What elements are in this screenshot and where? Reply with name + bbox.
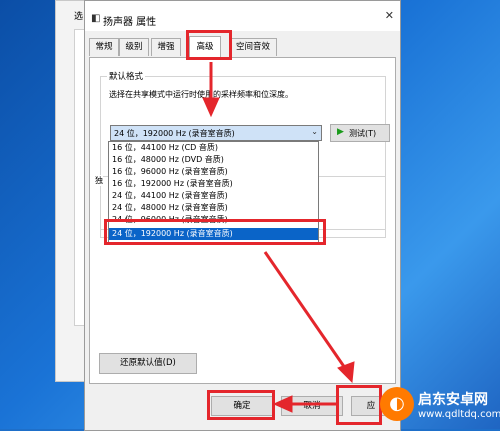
cancel-button[interactable]: 取消 [281,396,343,416]
watermark-title: 启东安卓网 [418,392,488,408]
highlight-advanced-tab [186,30,232,60]
site-watermark: ◐ 启东安卓网 www.qdltdq.com [380,385,500,429]
sample-rate-option[interactable]: 16 位，192000 Hz (录音室音质) [109,178,318,190]
tab-enhancements[interactable]: 增强 [151,38,181,56]
highlight-ok-button [207,390,275,420]
background-window-title: 选 [74,12,84,22]
sample-rate-option[interactable]: 24 位，48000 Hz (录音室音质) [109,202,318,214]
sample-rate-option[interactable]: 16 位，96000 Hz (录音室音质) [109,166,318,178]
tab-levels[interactable]: 级别 [119,38,149,56]
sample-rate-option[interactable]: 16 位，44100 Hz (CD 音质) [109,142,318,154]
highlight-apply-button [336,385,382,425]
sample-rate-select[interactable]: 24 位，192000 Hz (录音室音质) ⌄ [110,125,322,141]
exclusive-mode-label: 独 [95,175,103,186]
sample-rate-selected-value: 24 位，192000 Hz (录音室音质) [114,129,235,138]
test-button[interactable]: ▶ 测试(T) [330,124,390,142]
tab-spatial-sound[interactable]: 空间音效 [229,38,277,56]
sample-rate-option[interactable]: 24 位，44100 Hz (录音室音质) [109,190,318,202]
title-bar[interactable]: ◧ 扬声器 属性 ✕ [85,1,400,31]
chevron-down-icon[interactable]: ⌄ [311,127,318,136]
restore-defaults-button[interactable]: 还原默认值(D) [99,353,197,374]
tab-general[interactable]: 常规 [89,38,119,56]
dialog-title: 扬声器 属性 [103,17,157,28]
close-icon[interactable]: ✕ [385,9,394,22]
default-format-description: 选择在共享模式中运行时使用的采样频率和位深度。 [109,90,293,99]
play-icon: ▶ [337,127,344,137]
test-button-label: 测试(T) [349,129,377,138]
watermark-url: www.qdltdq.com [418,409,500,420]
watermark-logo-icon: ◐ [380,387,414,421]
speaker-icon: ◧ [91,13,101,24]
default-format-label: 默认格式 [107,70,146,82]
highlight-selected-option [104,219,326,245]
sample-rate-option[interactable]: 16 位，48000 Hz (DVD 音质) [109,154,318,166]
